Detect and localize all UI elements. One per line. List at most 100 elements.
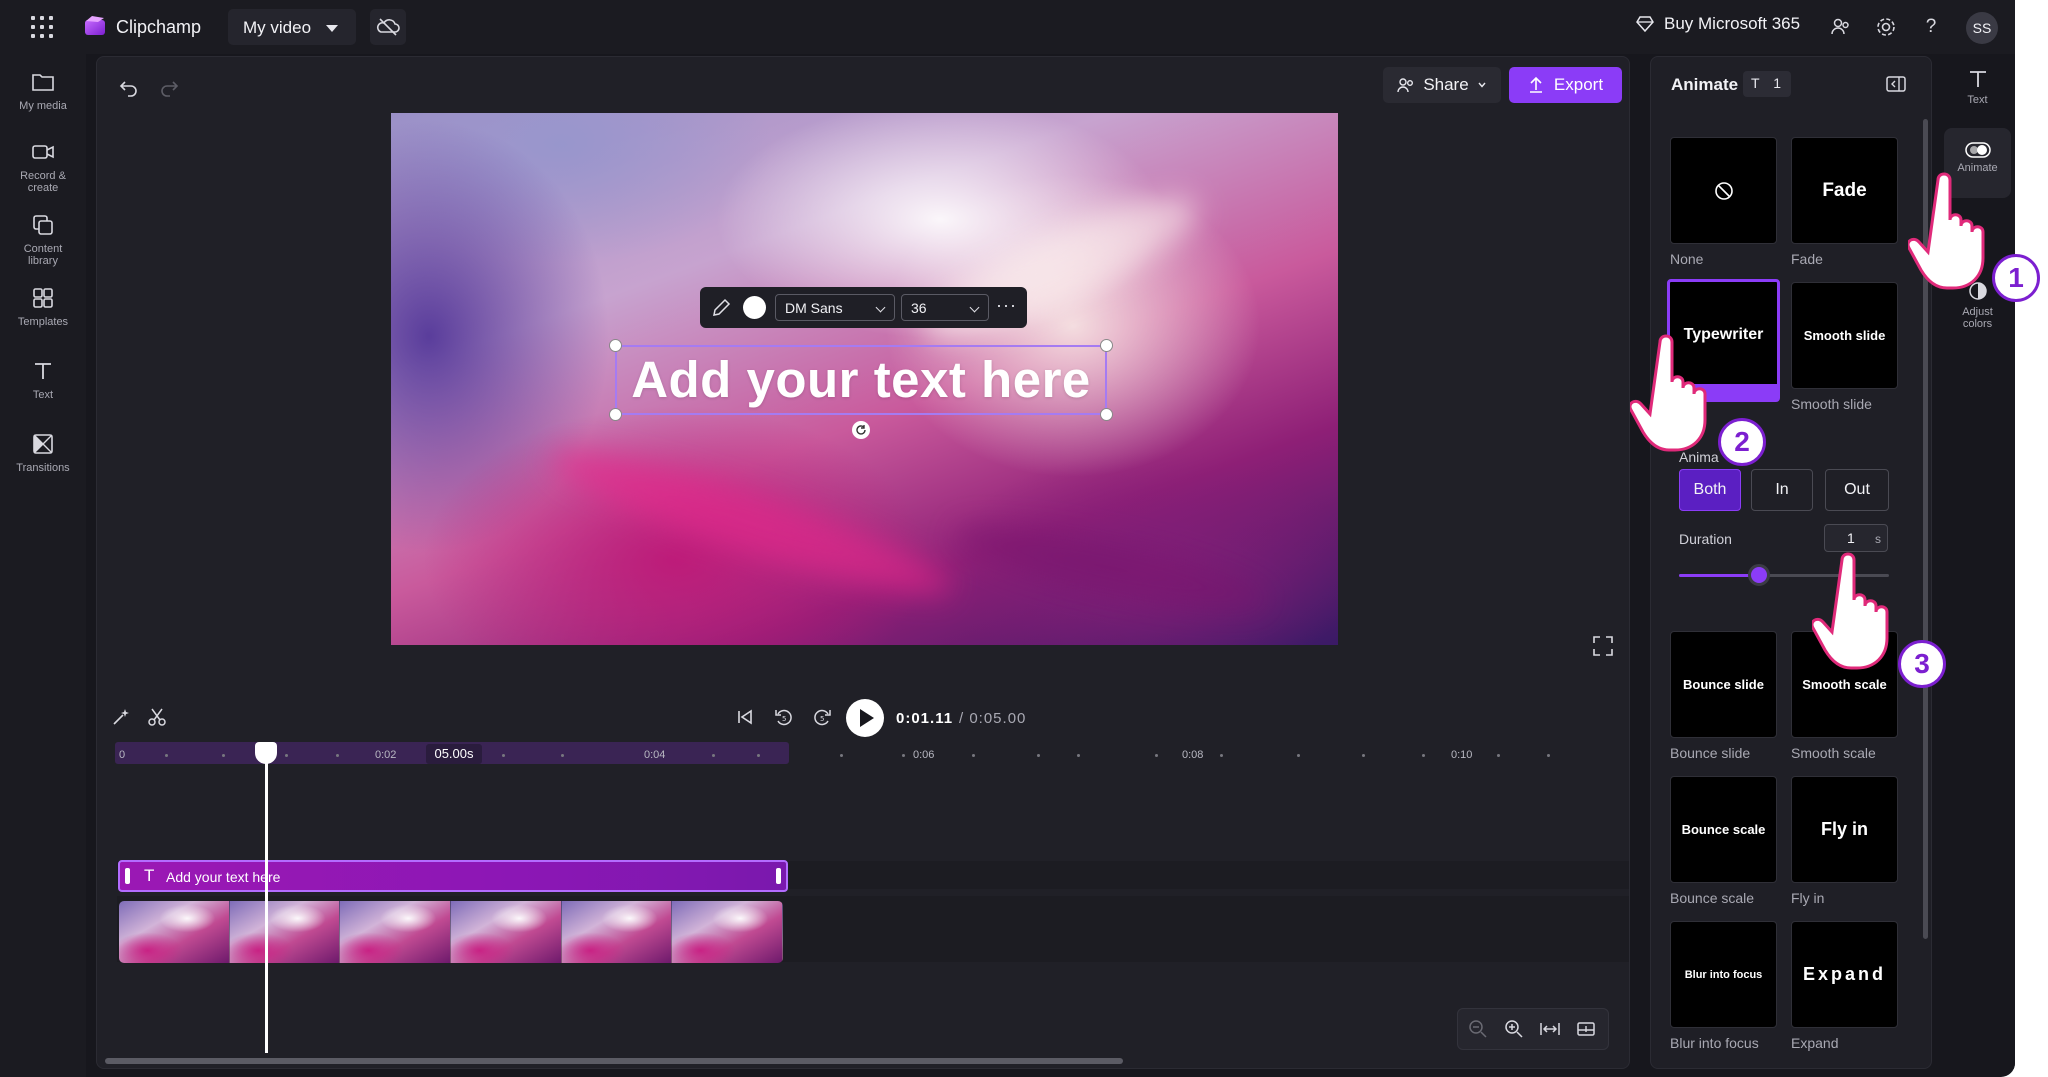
animation-label: Fly in [1791,890,1825,906]
ruler-tick [1155,754,1158,757]
clip-trim-handle-left[interactable] [125,868,130,884]
editor-panel: Share Export Add your text here DM Sans … [96,56,1630,1069]
resize-handle-bottom-left[interactable] [609,408,622,421]
direction-label: In [1775,481,1789,498]
layer-count: 1 [1773,75,1781,91]
clipchamp-logo-icon [85,16,105,35]
animation-card-smooth-slide[interactable]: Smooth slide [1791,282,1898,389]
animation-card-blur-into-focus[interactable]: Blur into focus [1670,921,1777,1028]
ruler-tick [285,754,288,757]
share-button[interactable]: Share [1383,67,1501,103]
ruler-label: 0:08 [1182,749,1204,761]
sidebar-label: Record & create [20,170,66,194]
video-preview-canvas[interactable]: Add your text here [391,113,1338,645]
timeline-view-icon[interactable] [1574,1017,1598,1041]
help-icon[interactable]: ? [1918,14,1944,40]
export-label: Export [1553,75,1604,94]
property-tab-label: Text [1967,94,1988,106]
text-icon: T [1751,75,1760,91]
rotate-icon[interactable] [852,421,870,439]
play-button[interactable] [846,699,884,737]
background-dark-streak [949,510,1273,626]
font-family-dropdown[interactable]: DM Sans [775,294,895,321]
ruler-label: 0:10 [1451,749,1473,761]
canvas-text: Add your text here [631,351,1091,408]
zoom-in-icon[interactable] [1502,1017,1526,1041]
sidebar-item-record-create[interactable]: Record & create [0,138,86,194]
animation-card-expand[interactable]: Expand [1791,921,1898,1028]
pencil-icon[interactable] [710,297,732,319]
playhead-line[interactable] [265,751,268,1053]
sidebar-item-my-media[interactable]: My media [0,68,86,112]
animation-card-none[interactable] [1670,137,1777,244]
clip-trim-handle-right[interactable] [776,868,781,884]
share-people-icon[interactable] [1828,14,1854,40]
sidebar-item-text[interactable]: Text [0,357,86,401]
property-tab-text[interactable]: Text [1940,68,2015,106]
zoom-out-icon[interactable] [1466,1017,1490,1041]
magic-edit-icon[interactable] [109,705,133,729]
resize-handle-top-left[interactable] [609,339,622,352]
animation-card-bounce-scale[interactable]: Bounce scale [1670,776,1777,883]
duration-slider-thumb[interactable] [1747,564,1770,586]
transitions-icon [29,430,57,458]
animation-card-text: Fly in [1820,819,1868,839]
rewind-5s-icon[interactable]: 5 [772,705,796,729]
animation-card-fade[interactable]: Fade [1791,137,1898,244]
redo-icon[interactable] [155,73,183,101]
share-label: Share [1423,75,1469,94]
animation-label: Blur into focus [1670,1035,1759,1051]
fullscreen-icon[interactable] [1591,634,1615,658]
video-thumbnail [561,901,673,963]
more-options-icon[interactable]: ··· [996,295,1017,316]
animation-label: Bounce slide [1670,745,1751,761]
settings-gear-icon[interactable] [1873,14,1899,40]
playhead-handle[interactable] [255,742,277,764]
text-color-swatch[interactable] [743,296,766,319]
ruler-label: 0 [119,749,126,761]
timeline-horizontal-scrollbar[interactable] [105,1058,1123,1064]
export-button[interactable]: Export [1509,67,1622,103]
text-clip[interactable]: T Add your text here [118,860,788,892]
buy-microsoft-365-button[interactable]: Buy Microsoft 365 [1636,14,1800,34]
step-badge-3: 3 [1898,640,1946,688]
font-family-value: DM Sans [785,300,843,316]
animation-card-bounce-slide[interactable]: Bounce slide [1670,631,1777,738]
scissors-icon[interactable] [145,705,169,729]
canvas-text-element[interactable]: Add your text here [609,339,1113,421]
animation-label: Expand [1791,1035,1839,1051]
chevron-down-icon [969,302,980,313]
no-animation-icon [1714,181,1733,200]
step-badge-2: 2 [1718,418,1766,466]
sidebar-item-content-library[interactable]: Content library [0,211,86,267]
step-badge-1: 1 [1992,254,2040,302]
ruler-tick [757,754,760,757]
video-clip[interactable] [119,901,783,963]
animation-card-text: Expand [1802,964,1886,984]
direction-out-button[interactable]: Out [1825,469,1889,511]
font-size-dropdown[interactable]: 36 [901,294,989,321]
skip-to-start-icon[interactable] [733,705,757,729]
user-avatar[interactable]: SS [1966,12,1998,44]
animation-card-fly-in[interactable]: Fly in [1791,776,1898,883]
forward-5s-icon[interactable]: 5 [810,705,834,729]
video-name-dropdown[interactable]: My video [228,9,356,45]
cloud-sync-button[interactable] [370,9,406,45]
direction-both-button[interactable]: Both [1679,469,1741,511]
fit-timeline-icon[interactable] [1538,1017,1562,1041]
text-icon [29,357,57,385]
ruler-label: 0:04 [644,749,666,761]
app-launcher-icon[interactable] [31,16,53,38]
resize-handle-top-right[interactable] [1100,339,1113,352]
resize-handle-bottom-right[interactable] [1100,408,1113,421]
duration-label: Duration [1679,531,1732,547]
direction-in-button[interactable]: In [1751,469,1813,511]
sidebar-item-templates[interactable]: Templates [0,284,86,328]
clipchamp-app: Clipchamp My video Buy Microsoft 365 ? S… [0,0,2015,1077]
undo-icon[interactable] [115,73,143,101]
ruler-tick [502,754,505,757]
collapse-panel-icon[interactable] [1885,73,1907,95]
background-light-streak [910,172,1212,364]
animation-label: Smooth slide [1791,396,1872,412]
sidebar-item-transitions[interactable]: Transitions [0,430,86,474]
